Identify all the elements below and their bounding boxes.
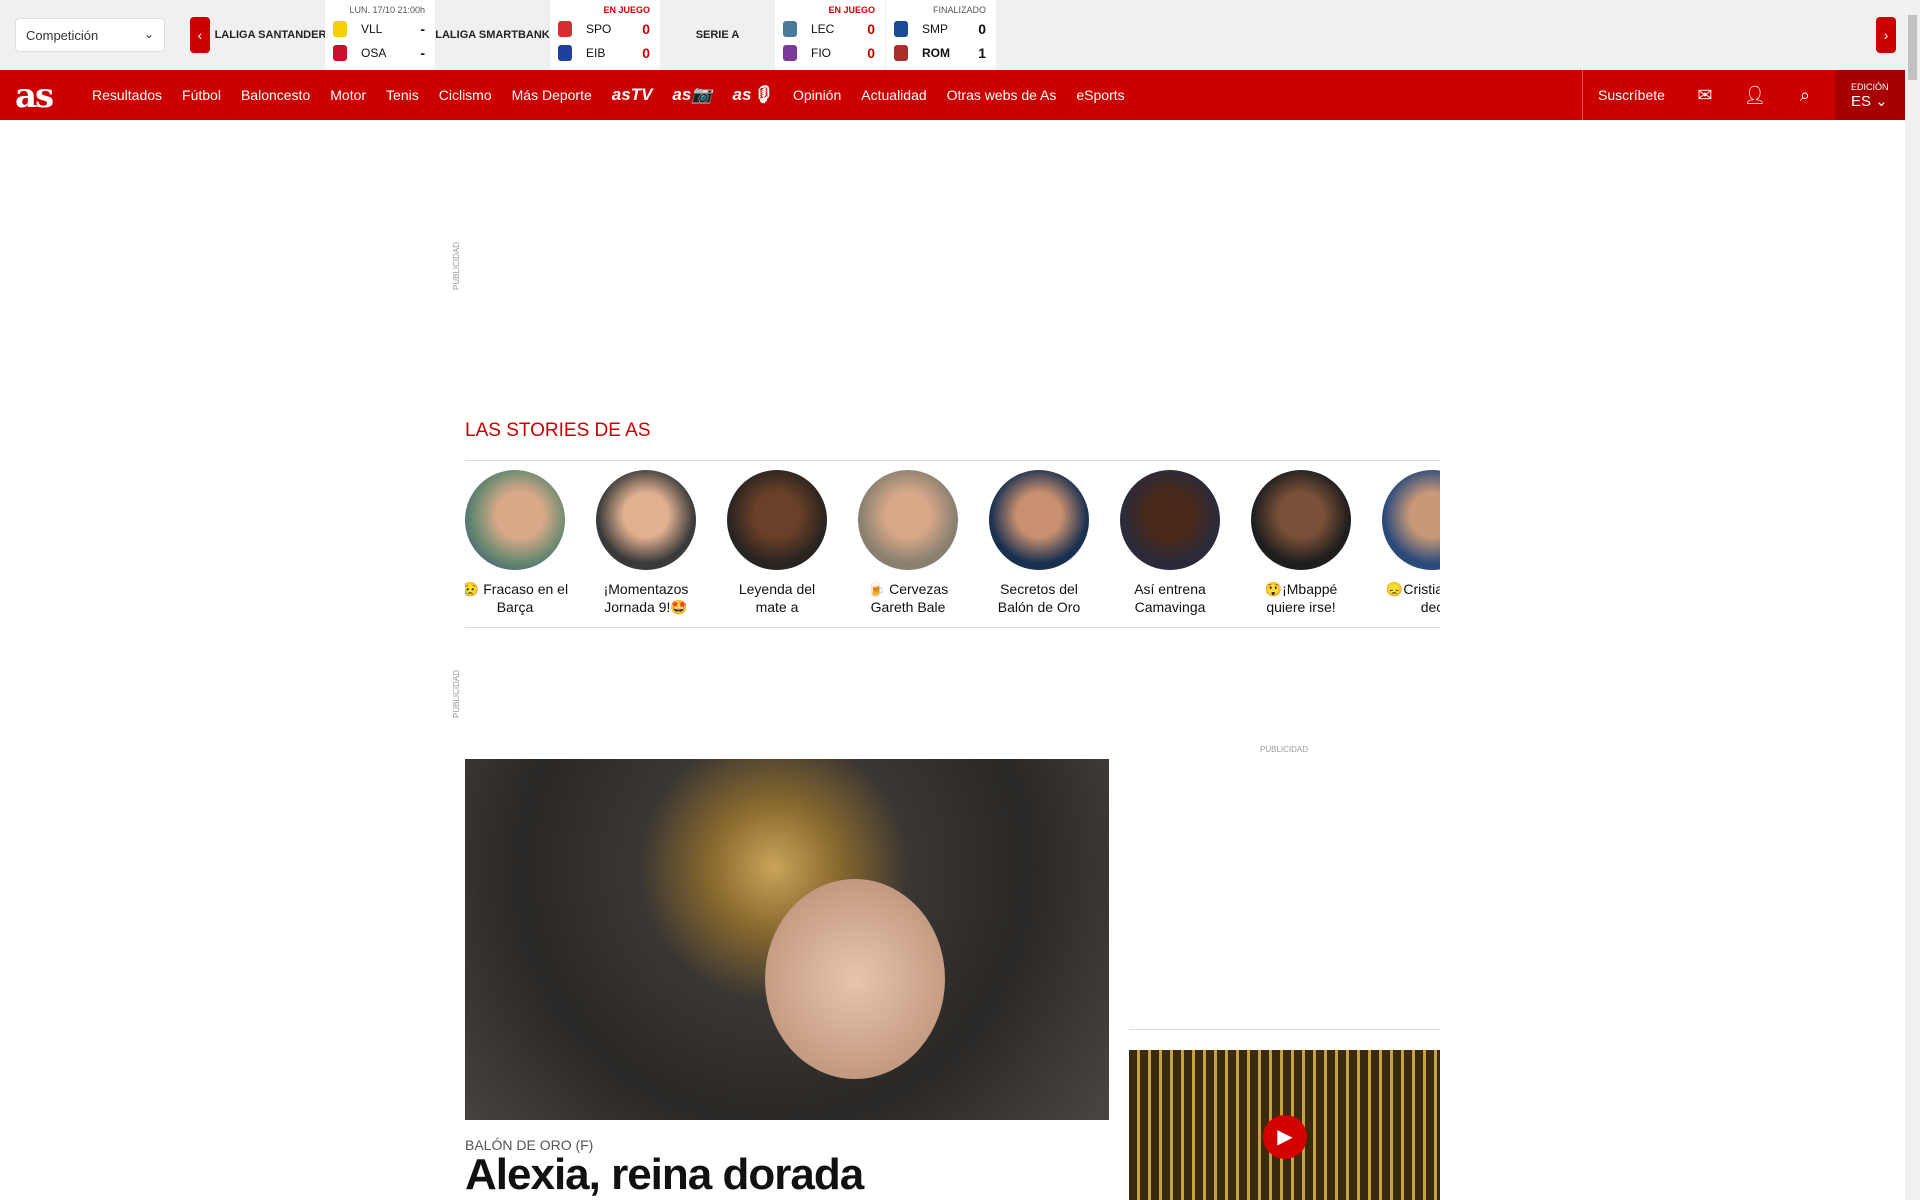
story-item[interactable]: 😞Cristiano en dec	[1377, 470, 1440, 616]
story-item[interactable]: Secretos del Balón de Oro	[984, 470, 1094, 616]
play-icon[interactable]: ▶	[1263, 1115, 1307, 1159]
match-status: EN JUEGO	[828, 5, 875, 15]
ad-label: PUBLICIDAD	[452, 241, 461, 290]
ad-label: PUBLICIDAD	[452, 669, 461, 718]
edition-value: ES ⌄	[1851, 93, 1888, 110]
nav-motor[interactable]: Motor	[330, 87, 366, 103]
team-crest-icon	[783, 45, 797, 61]
stories-title: LAS STORIES DE AS	[465, 420, 651, 441]
match-card[interactable]: EN JUEGO LEC 0 FIO 0	[775, 0, 885, 70]
story-item[interactable]: ¡Momentazos Jornada 9!🤩	[591, 470, 701, 616]
story-title: 😥 Fracaso en el Barça	[465, 581, 569, 615]
mail-icon[interactable]: ✉	[1680, 85, 1730, 106]
story-title: Secretos del Balón de Oro	[997, 581, 1081, 615]
divider	[465, 627, 1440, 628]
edition-selector[interactable]: EDICIÓN ES ⌄	[1835, 70, 1905, 120]
away-score: 0	[867, 45, 875, 61]
home-score: 0	[867, 21, 875, 37]
scoreboard-bar: Competición ⌄ ‹ LALIGA SANTANDER LUN. 17/…	[0, 0, 1905, 70]
divider	[465, 460, 1440, 461]
story-title: 😞Cristiano en dec	[1385, 581, 1440, 615]
nav-futbol[interactable]: Fútbol	[182, 87, 221, 103]
nav-esports[interactable]: eSports	[1076, 87, 1124, 103]
competition-label[interactable]: SERIE A	[660, 0, 775, 70]
competition-label[interactable]: LALIGA SANTANDER	[213, 0, 328, 70]
away-team: ROM	[922, 46, 950, 60]
story-item[interactable]: Así entrena Camavinga	[1115, 470, 1225, 616]
nav-actualidad[interactable]: Actualidad	[861, 87, 926, 103]
away-score: 0	[642, 45, 650, 61]
home-score: 0	[642, 21, 650, 37]
team-crest-icon	[333, 45, 347, 61]
nav-tenis[interactable]: Tenis	[386, 87, 419, 103]
nav-resultados[interactable]: Resultados	[92, 87, 162, 103]
user-icon[interactable]: 👤︎	[1730, 85, 1780, 106]
home-score: 0	[978, 21, 986, 37]
story-title: 😲¡Mbappé quiere irse!	[1264, 581, 1338, 615]
nav-ciclismo[interactable]: Ciclismo	[439, 87, 492, 103]
article-headline[interactable]: Alexia, reina dorada	[465, 1150, 864, 1200]
match-card[interactable]: LUN. 17/10 21:00h VLL - OSA -	[325, 0, 435, 70]
story-title: Leyenda del mate a	[738, 581, 816, 615]
nav-mas-deporte[interactable]: Más Deporte	[512, 87, 592, 103]
story-item[interactable]: 🍺 Cervezas Gareth Bale	[853, 470, 963, 616]
scroll-left-button[interactable]: ‹	[190, 17, 210, 53]
story-title: ¡Momentazos Jornada 9!🤩	[603, 581, 689, 615]
away-score: 1	[978, 45, 986, 61]
ad-label: PUBLICIDAD	[1260, 745, 1309, 754]
match-card[interactable]: FINALIZADO SMP 0 ROM 1	[886, 0, 996, 70]
competition-select[interactable]: Competición ⌄	[15, 18, 165, 52]
away-score: -	[420, 45, 425, 61]
match-card[interactable]: EN JUEGO SPO 0 EIB 0	[550, 0, 660, 70]
page-scrollbar[interactable]	[1905, 0, 1920, 1200]
scroll-right-button[interactable]: ›	[1876, 17, 1896, 53]
home-team: VLL	[361, 22, 383, 36]
team-crest-icon	[783, 21, 797, 37]
main-nav: as Resultados Fútbol Baloncesto Motor Te…	[0, 70, 1905, 120]
nav-otras-webs[interactable]: Otras webs de As	[947, 87, 1057, 103]
nav-as-tv[interactable]: asTV	[612, 85, 653, 105]
article-image[interactable]	[465, 759, 1109, 1120]
nav-opinion[interactable]: Opinión	[793, 87, 841, 103]
away-team: OSA	[361, 46, 387, 60]
home-team: SPO	[586, 22, 612, 36]
subscribe-link[interactable]: Suscríbete	[1583, 87, 1680, 103]
story-item[interactable]: Leyenda del mate a	[722, 470, 832, 616]
home-team: SMP	[922, 22, 949, 36]
story-title: Así entrena Camavinga	[1134, 581, 1206, 615]
team-crest-icon	[894, 45, 908, 61]
as-logo[interactable]: as	[15, 76, 54, 116]
team-crest-icon	[558, 45, 572, 61]
team-crest-icon	[894, 21, 908, 37]
divider	[1129, 1029, 1440, 1030]
match-status: FINALIZADO	[932, 5, 986, 15]
nav-as-foto[interactable]: as📷	[672, 85, 712, 105]
stories-carousel: 😥 Fracaso en el Barça ¡Momentazos Jornad…	[465, 470, 1440, 620]
competition-label[interactable]: LALIGA SMARTBANK	[435, 0, 550, 70]
match-status: LUN. 17/10 21:00h	[349, 5, 425, 15]
story-item[interactable]: 😲¡Mbappé quiere irse!	[1246, 470, 1356, 616]
story-title: 🍺 Cervezas Gareth Bale	[867, 581, 949, 615]
story-item[interactable]: 😥 Fracaso en el Barça	[465, 470, 570, 616]
away-team: FIO	[811, 46, 831, 60]
team-crest-icon	[333, 21, 347, 37]
home-score: -	[420, 21, 425, 37]
nav-as-audio[interactable]: as🎙	[733, 85, 774, 105]
nav-baloncesto[interactable]: Baloncesto	[241, 87, 310, 103]
home-team: LEC	[811, 22, 835, 36]
edition-label: EDICIÓN	[1851, 82, 1889, 92]
match-status: EN JUEGO	[603, 5, 650, 15]
competition-select-label: Competición	[26, 28, 99, 43]
team-crest-icon	[558, 21, 572, 37]
away-team: EIB	[586, 46, 606, 60]
search-icon[interactable]: ⌕	[1780, 85, 1830, 106]
chevron-down-icon: ⌄	[143, 27, 154, 41]
